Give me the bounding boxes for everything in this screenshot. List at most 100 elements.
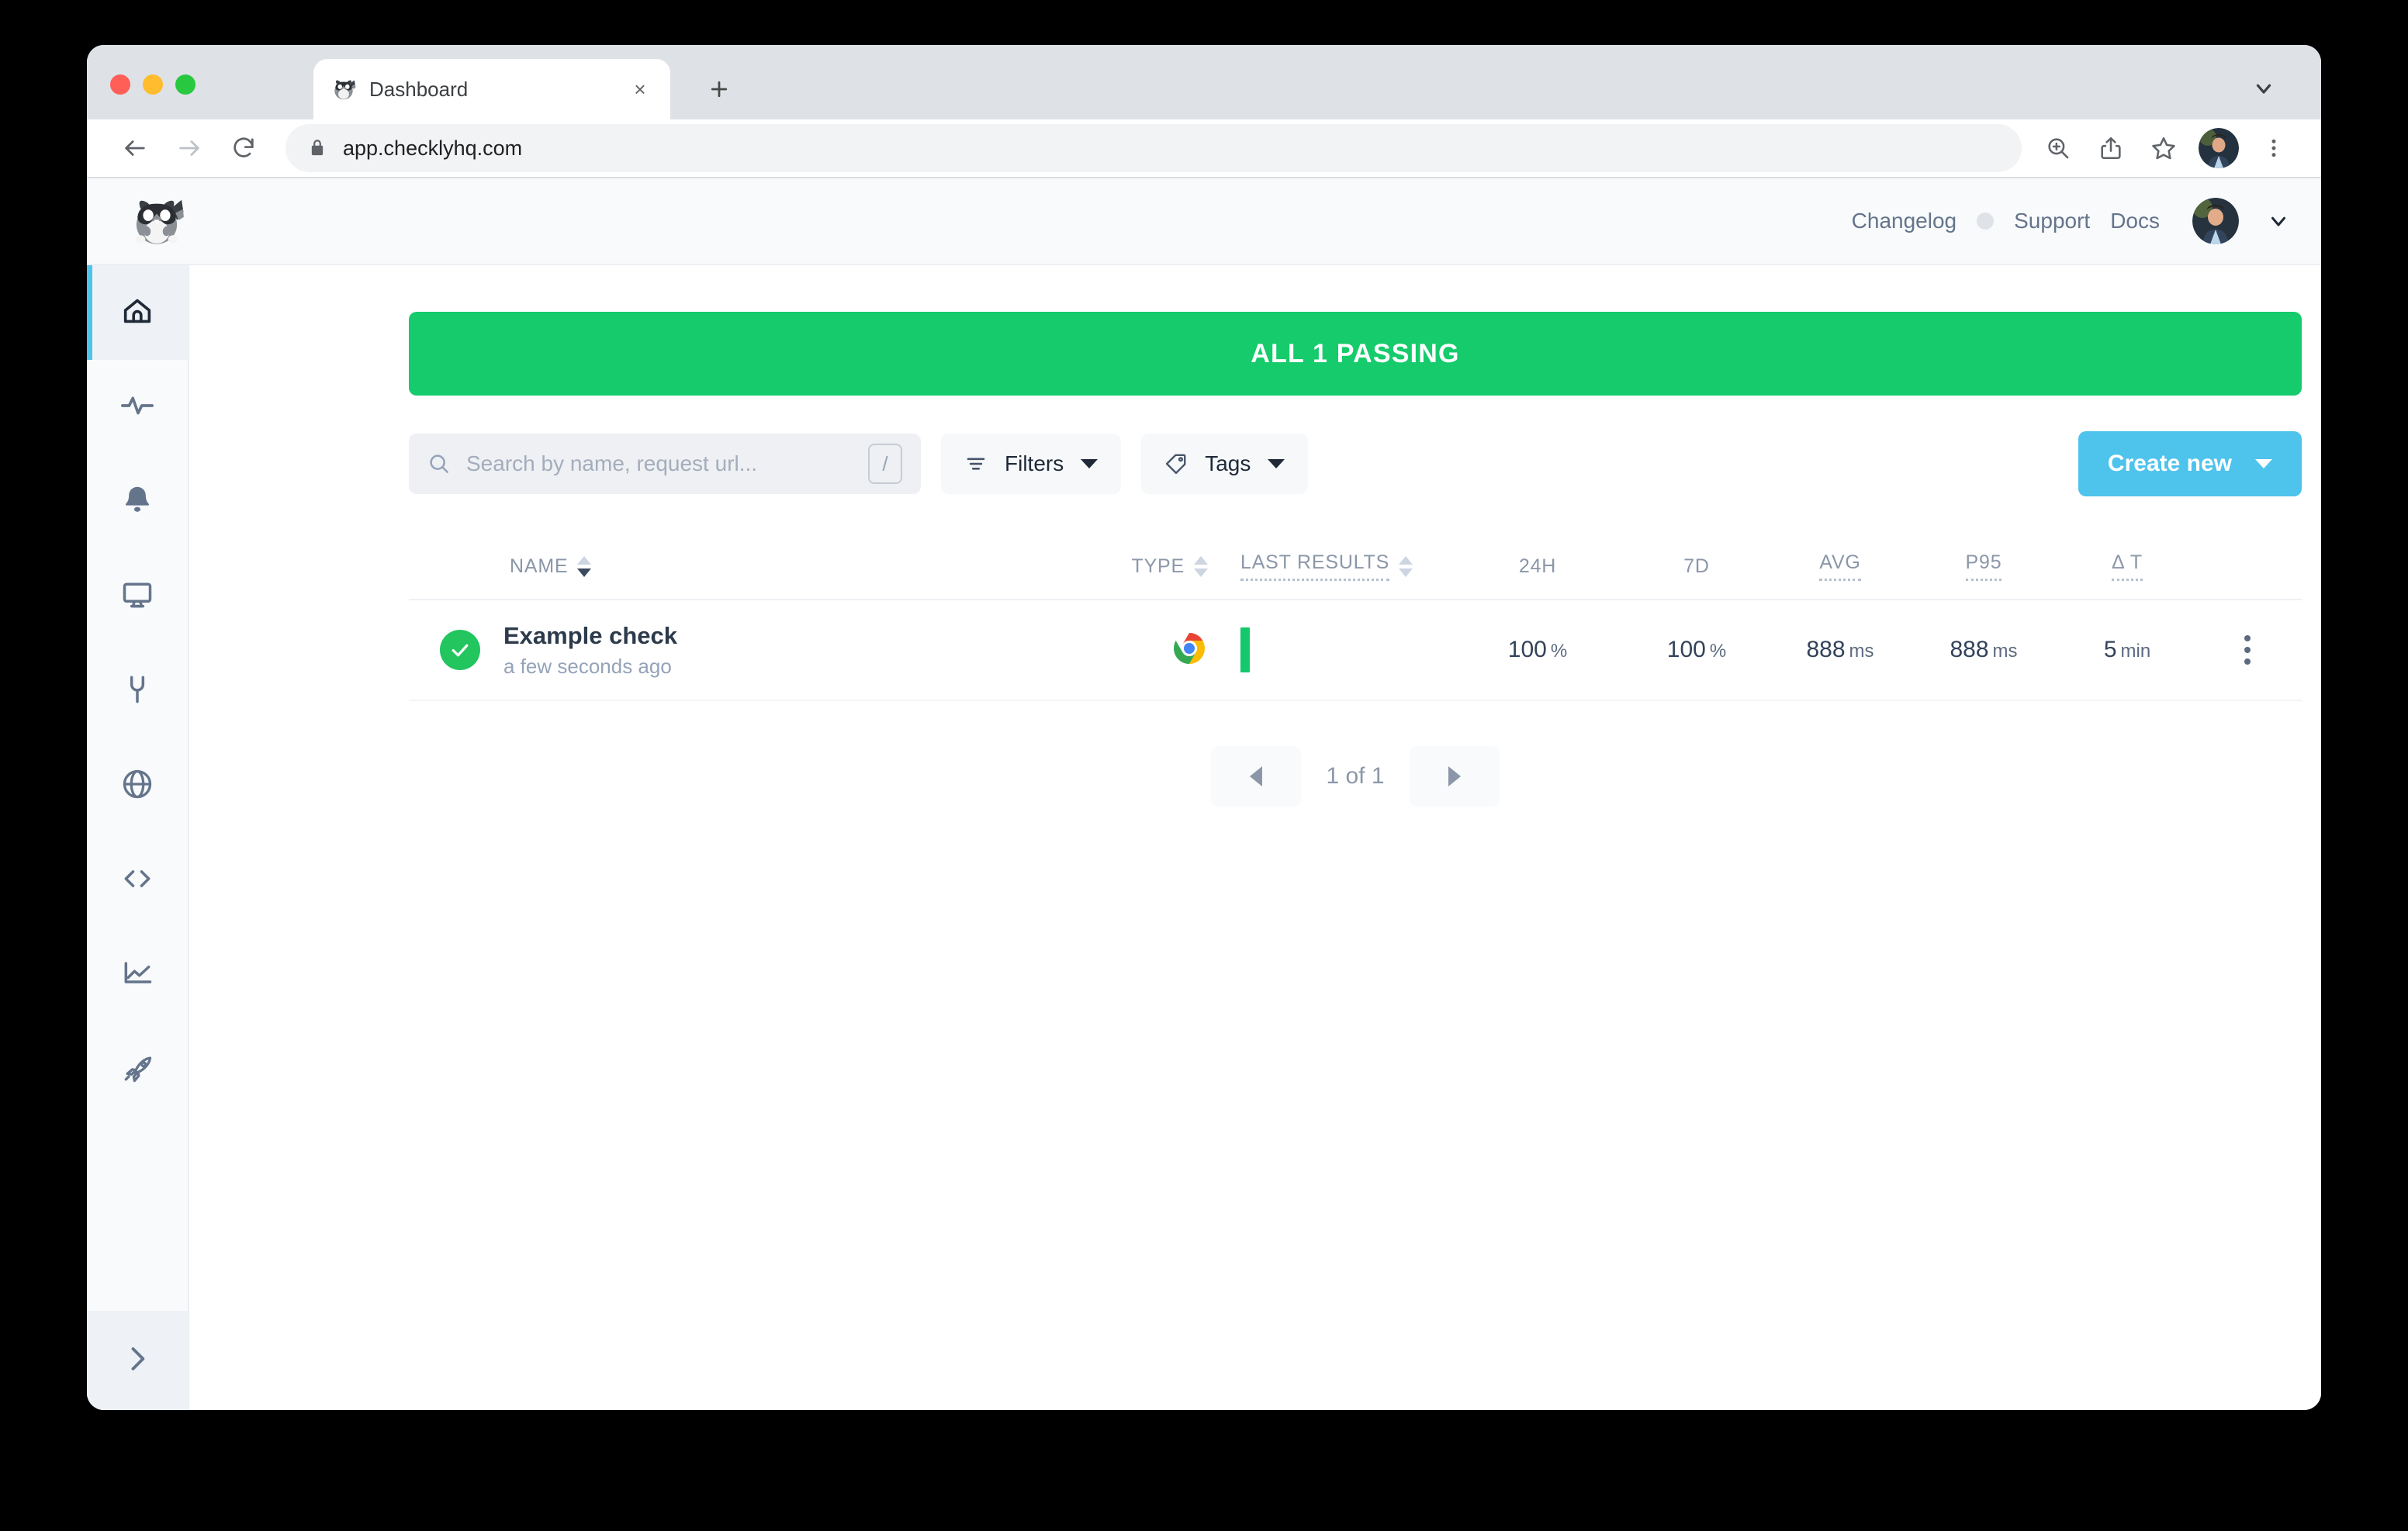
pagination-next-button[interactable] — [1410, 746, 1500, 807]
column-header-avg[interactable]: AVG — [1766, 551, 1914, 581]
check-7d-unit: % — [1710, 641, 1726, 662]
column-header-last-results[interactable]: LAST RESULTS — [1208, 551, 1448, 581]
column-header-type[interactable]: TYPE — [1060, 555, 1208, 578]
check-delta-t-value: 5 — [2104, 637, 2117, 662]
filters-button[interactable]: Filters — [941, 434, 1121, 494]
check-delta-t-unit: min — [2121, 641, 2151, 662]
share-icon[interactable] — [2087, 124, 2135, 172]
sort-arrows-type[interactable] — [1194, 556, 1208, 577]
close-tab-icon[interactable]: × — [627, 76, 653, 102]
search-shortcut-badge: / — [868, 444, 902, 484]
column-header-p95[interactable]: P95 — [1914, 551, 2053, 581]
maximize-window-button[interactable] — [175, 74, 195, 95]
tags-button[interactable]: Tags — [1141, 434, 1308, 494]
bell-icon — [120, 483, 154, 521]
address-bar[interactable]: app.checklyhq.com — [285, 124, 2022, 172]
result-bar[interactable] — [1240, 627, 1250, 672]
filters-button-label: Filters — [1005, 451, 1064, 476]
check-name-stack: Example check a few seconds ago — [503, 622, 677, 679]
chevron-right-icon — [120, 1342, 154, 1380]
check-avg-value: 888 — [1806, 637, 1845, 662]
table-header-row: NAME TYPE LAST RESULTS — [409, 534, 2302, 600]
column-header-avg-label: AVG — [1819, 551, 1860, 581]
sidebar-spacer — [87, 1117, 188, 1311]
sidebar-item-alerts[interactable] — [87, 454, 188, 549]
table-row[interactable]: Example check a few seconds ago — [409, 600, 2302, 701]
chevron-right-icon — [1448, 766, 1461, 786]
kebab-menu-icon[interactable] — [2244, 635, 2251, 665]
chevron-down-icon — [1081, 459, 1098, 468]
sidebar-item-analytics[interactable] — [87, 928, 188, 1022]
app-header: Changelog Support Docs — [87, 178, 2321, 265]
address-bar-url: app.checklyhq.com — [343, 137, 522, 161]
search-input[interactable] — [466, 451, 853, 476]
nav-link-support[interactable]: Support — [2014, 209, 2090, 233]
bookmark-star-icon[interactable] — [2140, 124, 2188, 172]
browser-window: Dashboard × — [87, 45, 2321, 1410]
sidebar-item-maintenance[interactable] — [87, 644, 188, 738]
column-header-name[interactable]: NAME — [409, 555, 1060, 578]
expand-sidebar-button[interactable] — [87, 1311, 188, 1410]
monitor-icon — [120, 578, 154, 616]
header-nav: Changelog Support Docs — [1852, 198, 2290, 244]
zoom-in-icon[interactable] — [2034, 124, 2082, 172]
nav-link-changelog[interactable]: Changelog — [1852, 209, 1956, 233]
pagination-label: 1 of 1 — [1301, 763, 1409, 790]
sidebar-item-locations[interactable] — [87, 738, 188, 833]
checkly-app: Changelog Support Docs — [87, 178, 2321, 1410]
browser-tab[interactable]: Dashboard × — [313, 59, 670, 119]
home-icon — [119, 293, 155, 333]
create-new-button[interactable]: Create new — [2078, 431, 2302, 496]
sidebar-item-dashboards[interactable] — [87, 549, 188, 644]
column-header-24h-label: 24H — [1519, 555, 1556, 578]
checkly-raccoon-logo[interactable] — [127, 192, 186, 251]
column-header-24h[interactable]: 24H — [1448, 555, 1627, 578]
sort-arrows-last-results[interactable] — [1399, 556, 1413, 577]
checkly-raccoon-icon — [330, 76, 357, 102]
reload-icon[interactable] — [219, 123, 268, 173]
close-window-button[interactable] — [110, 74, 130, 95]
column-header-7d[interactable]: 7D — [1627, 555, 1766, 578]
column-header-7d-label: 7D — [1683, 555, 1710, 578]
check-delta-t-cell: 5min — [2053, 637, 2201, 663]
sidebar-item-home[interactable] — [87, 265, 188, 360]
globe-icon — [120, 767, 154, 805]
search-input-wrapper[interactable]: / — [409, 434, 921, 494]
back-icon[interactable] — [110, 123, 160, 173]
column-header-delta-t[interactable]: Δ T — [2053, 551, 2201, 581]
sidebar-item-deployments[interactable] — [87, 1022, 188, 1117]
lock-icon — [307, 138, 327, 158]
sort-arrows-name[interactable] — [577, 556, 591, 577]
nav-link-docs[interactable]: Docs — [2110, 209, 2160, 233]
minimize-window-button[interactable] — [143, 74, 163, 95]
browser-menu-icon[interactable] — [2250, 124, 2298, 172]
forward-icon[interactable] — [164, 123, 214, 173]
check-name-cell[interactable]: Example check a few seconds ago — [409, 622, 1060, 679]
user-menu-chevron-down-icon[interactable] — [2267, 209, 2290, 233]
check-p95-cell: 888ms — [1914, 637, 2053, 663]
sidebar-item-code[interactable] — [87, 833, 188, 928]
check-last-results-cell[interactable] — [1208, 627, 1448, 672]
tags-button-label: Tags — [1205, 451, 1251, 476]
checks-table: NAME TYPE LAST RESULTS — [409, 534, 2302, 701]
check-24h-cell: 100% — [1448, 637, 1627, 663]
browser-profile-avatar[interactable] — [2199, 128, 2239, 168]
chrome-icon — [1171, 630, 1208, 671]
tab-list-chevron-down-icon[interactable] — [2247, 71, 2281, 105]
pagination-prev-button[interactable] — [1211, 746, 1301, 807]
check-p95-value: 888 — [1950, 637, 1988, 662]
wrench-icon — [120, 672, 154, 710]
chevron-down-icon — [2255, 459, 2272, 468]
chevron-down-icon — [1268, 459, 1285, 468]
new-tab-button[interactable] — [700, 70, 739, 109]
check-p95-unit: ms — [1993, 641, 2018, 662]
user-avatar[interactable] — [2192, 198, 2239, 244]
create-new-label: Create new — [2108, 451, 2232, 477]
check-row-menu-cell[interactable] — [2201, 635, 2294, 665]
tab-title: Dashboard — [369, 78, 614, 102]
sidebar-item-activity[interactable] — [87, 360, 188, 454]
check-type-cell — [1060, 630, 1208, 671]
check-24h-value: 100 — [1508, 637, 1547, 662]
line-chart-icon — [120, 956, 154, 994]
status-banner: ALL 1 PASSING — [409, 312, 2302, 396]
